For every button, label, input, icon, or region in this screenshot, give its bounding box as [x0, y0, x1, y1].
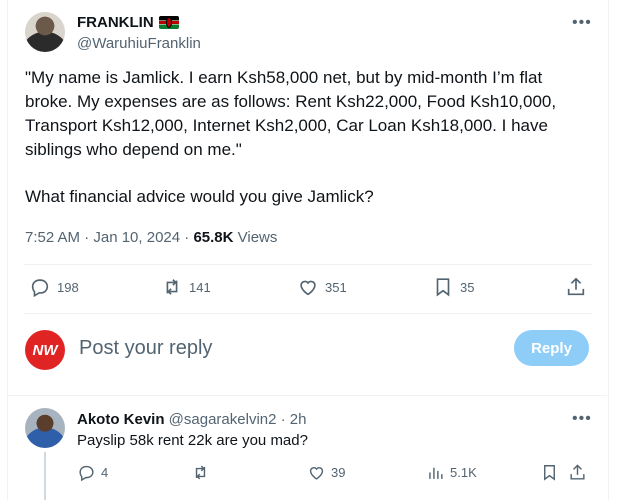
reply-like-count: 39: [331, 465, 346, 480]
bookmark-icon: [544, 465, 555, 481]
repost-icon: [195, 465, 206, 480]
like-count: 351: [325, 279, 347, 295]
views-label: Views: [233, 229, 278, 246]
current-user-avatar[interactable]: NW: [25, 330, 65, 370]
share-icon: [570, 464, 585, 480]
reply-icon: [79, 465, 94, 482]
reply-reply-count: 4: [101, 465, 109, 480]
reply-input[interactable]: Post your reply: [79, 337, 212, 360]
bookmark-action[interactable]: 35: [432, 276, 474, 298]
reply-reply-action[interactable]: 4: [77, 463, 108, 482]
bookmark-count: 35: [460, 279, 475, 295]
repost-action[interactable]: 141: [161, 276, 211, 298]
heart-icon: [309, 467, 324, 480]
reply-icon: [31, 279, 49, 298]
share-action[interactable]: [565, 276, 587, 298]
reply-author-avatar[interactable]: [25, 408, 65, 448]
tweet-meta: 7:52 AM · Jan 10, 2024 · 65.8K Views: [25, 229, 277, 246]
author-display-name[interactable]: FRANKLIN: [77, 14, 154, 31]
bookmark-icon: [436, 278, 450, 297]
reply-action-bar: 4 39 5.1K: [77, 463, 589, 485]
tweet-question: What financial advice would you give Jam…: [25, 187, 374, 206]
reply-author-name[interactable]: Akoto Kevin: [77, 411, 165, 428]
tweet-action-bar: 198 141 351 35: [29, 276, 589, 300]
reply-views-count: 5.1K: [450, 465, 477, 480]
divider: [24, 264, 592, 265]
reply-text: Payslip 58k rent 22k are you mad?: [77, 432, 308, 449]
views-count: 65.8K: [193, 229, 234, 246]
share-icon: [567, 277, 585, 296]
repost-icon: [166, 279, 178, 295]
like-action[interactable]: 351: [297, 276, 347, 298]
tweet-text: "My name is Jamlick. I earn Ksh58,000 ne…: [25, 68, 557, 159]
author-avatar[interactable]: [25, 12, 65, 52]
reply-bookmark-action[interactable]: [540, 463, 559, 482]
heart-icon: [300, 280, 316, 296]
reply-handle-time[interactable]: @sagarakelvin2 · 2h: [165, 411, 307, 428]
reply-like-action[interactable]: 39: [307, 463, 345, 482]
divider: [7, 395, 607, 396]
more-options-icon[interactable]: •••: [572, 14, 592, 32]
repost-count: 141: [189, 279, 211, 295]
analytics-icon: [429, 467, 443, 479]
reply-count: 198: [57, 279, 79, 295]
reply-views-action[interactable]: 5.1K: [426, 463, 477, 482]
reply-more-options-icon[interactable]: •••: [572, 410, 592, 428]
reply-button[interactable]: Reply: [514, 330, 589, 366]
reply-repost-action[interactable]: [191, 463, 210, 482]
divider: [24, 313, 592, 314]
thread-line: [44, 452, 46, 500]
author-handle[interactable]: @WaruhiuFranklin: [77, 35, 201, 52]
reply-share-action[interactable]: [568, 463, 587, 482]
reply-author-row[interactable]: Akoto Kevin @sagarakelvin2 · 2h: [77, 411, 306, 428]
author-name-row[interactable]: FRANKLIN: [77, 14, 179, 31]
tweet-timestamp[interactable]: 7:52 AM · Jan 10, 2024 ·: [25, 229, 193, 246]
reply-action[interactable]: 198: [29, 276, 79, 298]
kenya-flag-icon: [158, 16, 179, 29]
